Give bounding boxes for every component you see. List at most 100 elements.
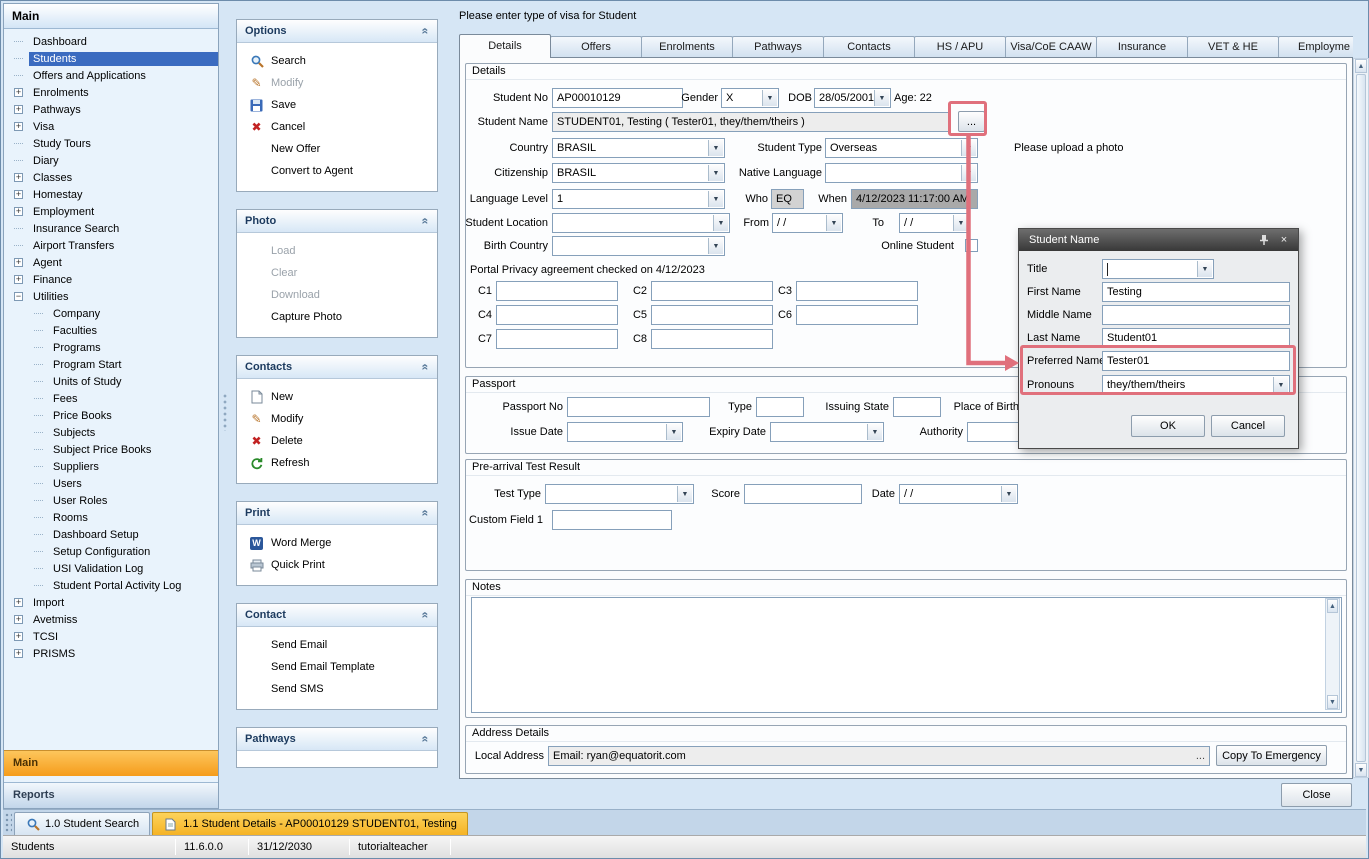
collapse-chevron-icon[interactable]: «	[421, 364, 431, 371]
country-combo[interactable]: BRASIL▼	[552, 138, 725, 158]
issue-date-combo[interactable]: ▼	[567, 422, 683, 442]
document-tab-1[interactable]: 1.0 Student Search	[14, 812, 150, 835]
action-send-email[interactable]: Send Email	[237, 634, 437, 656]
action-cancel[interactable]: ✖Cancel	[237, 116, 437, 138]
from-date-combo[interactable]: / /▼	[772, 213, 843, 233]
expand-icon[interactable]: +	[14, 275, 23, 284]
student-location-combo[interactable]: ▼	[552, 213, 730, 233]
tree-item-company[interactable]: Company	[4, 305, 218, 322]
panel-header-print[interactable]: Print«	[237, 502, 437, 525]
dialog-ok-button[interactable]: OK	[1131, 415, 1205, 437]
page-scrollbar[interactable]: ▲ ▼	[1353, 58, 1369, 778]
tree-item-diary[interactable]: Diary	[4, 152, 218, 169]
tree-item-visa[interactable]: +Visa	[4, 118, 218, 135]
tab-enrolments[interactable]: Enrolments	[641, 36, 733, 58]
expand-icon[interactable]: +	[14, 173, 23, 182]
expand-icon[interactable]: +	[14, 105, 23, 114]
tree-item-agent[interactable]: +Agent	[4, 254, 218, 271]
tree-item-utilities[interactable]: −Utilities	[4, 288, 218, 305]
copy-to-emergency-button[interactable]: Copy To Emergency	[1216, 745, 1327, 766]
expiry-date-combo[interactable]: ▼	[770, 422, 884, 442]
passport-type-input[interactable]	[756, 397, 804, 417]
dropdown-arrow-icon[interactable]: ▼	[713, 215, 728, 231]
citizenship-combo[interactable]: BRASIL▼	[552, 163, 725, 183]
scroll-down-icon[interactable]: ▼	[1355, 763, 1367, 777]
expand-icon[interactable]: +	[14, 598, 23, 607]
dropdown-arrow-icon[interactable]: ▼	[677, 486, 692, 502]
tab-pathways[interactable]: Pathways	[732, 36, 824, 58]
tree-item-students[interactable]: Students	[4, 50, 218, 67]
tab-visa-coe-caaw[interactable]: Visa/CoE CAAW	[1005, 36, 1097, 58]
online-student-checkbox[interactable]	[965, 239, 978, 252]
local-address-ellipsis[interactable]: ...	[1190, 750, 1205, 762]
gender-combo[interactable]: X▼	[721, 88, 779, 108]
action-search[interactable]: Search	[237, 50, 437, 72]
collapse-chevron-icon[interactable]: «	[421, 28, 431, 35]
tree-item-suppliers[interactable]: Suppliers	[4, 458, 218, 475]
action-quick-print[interactable]: Quick Print	[237, 554, 437, 576]
birth-country-combo[interactable]: ▼	[552, 236, 725, 256]
tree-item-homestay[interactable]: +Homestay	[4, 186, 218, 203]
action-word-merge[interactable]: WWord Merge	[237, 532, 437, 554]
tree-item-rooms[interactable]: Rooms	[4, 509, 218, 526]
dropdown-arrow-icon[interactable]: ▼	[874, 90, 889, 106]
custom-field-input-c6[interactable]	[796, 305, 918, 325]
tree-item-offers-and-applications[interactable]: Offers and Applications	[4, 67, 218, 84]
custom-field-1-input[interactable]	[552, 510, 672, 530]
scroll-up-icon[interactable]: ▲	[1355, 59, 1367, 73]
tab-contacts[interactable]: Contacts	[823, 36, 915, 58]
language-level-combo[interactable]: 1▼	[552, 189, 725, 209]
sidebar-splitter[interactable]	[4, 746, 218, 750]
dialog-cancel-button[interactable]: Cancel	[1211, 415, 1285, 437]
action-convert-to-agent[interactable]: Convert to Agent	[237, 160, 437, 182]
notes-textarea[interactable]	[471, 597, 1342, 713]
tree-item-dashboard[interactable]: Dashboard	[4, 33, 218, 50]
collapse-chevron-icon[interactable]: «	[421, 612, 431, 619]
action-save[interactable]: Save	[237, 94, 437, 116]
dropdown-arrow-icon[interactable]: ▼	[961, 140, 976, 156]
tree-item-subjects[interactable]: Subjects	[4, 424, 218, 441]
expand-icon[interactable]: +	[14, 632, 23, 641]
scroll-up-icon[interactable]: ▲	[1327, 599, 1338, 613]
custom-field-input-c3[interactable]	[796, 281, 918, 301]
collapse-chevron-icon[interactable]: «	[421, 510, 431, 517]
tree-item-units-of-study[interactable]: Units of Study	[4, 373, 218, 390]
sidebar-resize-handle[interactable]	[222, 393, 230, 431]
custom-field-input-c2[interactable]	[651, 281, 773, 301]
tree-item-airport-transfers[interactable]: Airport Transfers	[4, 237, 218, 254]
tab-employme[interactable]: Employme	[1278, 36, 1353, 58]
student-type-combo[interactable]: Overseas▼	[825, 138, 978, 158]
custom-field-input-c8[interactable]	[651, 329, 773, 349]
tree-item-insurance-search[interactable]: Insurance Search	[4, 220, 218, 237]
panel-header-pathways[interactable]: Pathways«	[237, 728, 437, 751]
tree-item-user-roles[interactable]: User Roles	[4, 492, 218, 509]
panel-header-contacts[interactable]: Contacts«	[237, 356, 437, 379]
action-send-sms[interactable]: Send SMS	[237, 678, 437, 700]
panel-header-options[interactable]: Options«	[237, 20, 437, 43]
expand-icon[interactable]: +	[14, 122, 23, 131]
dropdown-arrow-icon[interactable]: ▼	[826, 215, 841, 231]
passport-no-input[interactable]	[567, 397, 710, 417]
tree-item-subject-price-books[interactable]: Subject Price Books	[4, 441, 218, 458]
tree-item-prisms[interactable]: +PRISMS	[4, 645, 218, 662]
tab-bar-grip[interactable]	[5, 813, 12, 833]
local-address-field[interactable]: Email: ryan@equatorit.com...	[548, 746, 1210, 766]
action-new[interactable]: New	[237, 386, 437, 408]
tree-item-import[interactable]: +Import	[4, 594, 218, 611]
expand-icon[interactable]: +	[14, 190, 23, 199]
tree-item-tcsi[interactable]: +TCSI	[4, 628, 218, 645]
tab-insurance[interactable]: Insurance	[1096, 36, 1188, 58]
dropdown-arrow-icon[interactable]: ▼	[708, 165, 723, 181]
student-name-field[interactable]: STUDENT01, Testing ( Tester01, they/them…	[552, 112, 951, 132]
tree-item-setup-configuration[interactable]: Setup Configuration	[4, 543, 218, 560]
document-tab-2[interactable]: 1.1 Student Details - AP00010129 STUDENT…	[152, 812, 468, 835]
collapse-icon[interactable]: −	[14, 292, 23, 301]
expand-icon[interactable]: +	[14, 258, 23, 267]
tree-item-student-portal-activity-log[interactable]: Student Portal Activity Log	[4, 577, 218, 594]
tree-item-avetmiss[interactable]: +Avetmiss	[4, 611, 218, 628]
dialog-input-preferred-name[interactable]: Tester01	[1102, 351, 1290, 371]
tree-item-employment[interactable]: +Employment	[4, 203, 218, 220]
action-refresh[interactable]: Refresh	[237, 452, 437, 474]
collapse-chevron-icon[interactable]: «	[421, 218, 431, 225]
dropdown-arrow-icon[interactable]: ▼	[708, 238, 723, 254]
